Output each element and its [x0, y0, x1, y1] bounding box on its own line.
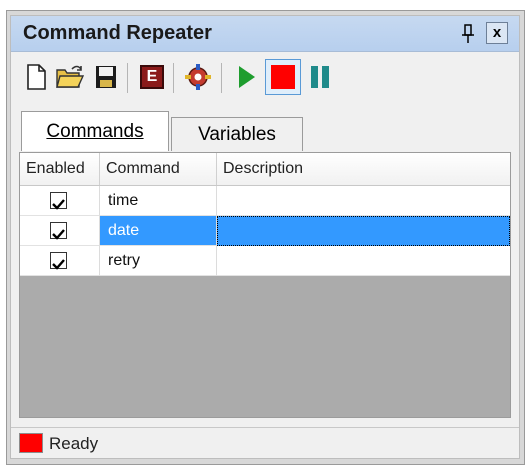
window-title: Command Repeater: [23, 22, 212, 44]
status-indicator: [19, 433, 43, 453]
title-bar[interactable]: Command Repeater x: [11, 16, 519, 52]
tab-variables[interactable]: Variables: [171, 117, 303, 151]
column-header-description[interactable]: Description: [217, 153, 510, 185]
command-cell[interactable]: retry: [100, 246, 217, 276]
new-icon: [27, 64, 46, 90]
table-row[interactable]: time: [20, 186, 510, 216]
grid-empty-area: [20, 276, 510, 417]
pin-icon[interactable]: [461, 24, 475, 44]
command-repeater-panel: Command Repeater x E Commands Variables …: [10, 15, 520, 459]
play-icon: [239, 66, 255, 88]
column-header-enabled[interactable]: Enabled: [20, 153, 100, 185]
table-row[interactable]: date: [20, 216, 510, 246]
edit-e-icon: E: [140, 65, 164, 89]
column-header-command[interactable]: Command: [100, 153, 217, 185]
enabled-cell: [20, 216, 100, 246]
open-button[interactable]: [53, 59, 87, 95]
toolbar-separator: [221, 63, 222, 93]
open-folder-icon: [56, 65, 85, 88]
toolbar-separator: [127, 63, 128, 93]
new-button[interactable]: [19, 59, 53, 95]
settings-button[interactable]: [181, 59, 215, 95]
play-button[interactable]: [229, 59, 263, 95]
commands-grid: Enabled Command Description time date re…: [19, 152, 511, 418]
toolbar: E: [19, 59, 515, 99]
enabled-cell: [20, 246, 100, 276]
command-cell[interactable]: date: [100, 216, 217, 246]
stop-icon: [271, 65, 295, 89]
description-cell[interactable]: [217, 186, 510, 216]
close-button[interactable]: x: [486, 22, 508, 44]
status-text: Ready: [49, 434, 99, 453]
enabled-checkbox[interactable]: [50, 252, 67, 270]
description-cell[interactable]: [217, 216, 510, 246]
save-button[interactable]: [89, 59, 123, 95]
save-icon: [96, 66, 116, 88]
description-cell[interactable]: [217, 246, 510, 276]
tab-commands[interactable]: Commands: [21, 111, 169, 151]
tab-variables-label: Variables: [198, 123, 276, 145]
stop-button[interactable]: [265, 59, 301, 95]
enabled-cell: [20, 186, 100, 216]
edit-button[interactable]: E: [135, 59, 169, 95]
toolbar-separator: [173, 63, 174, 93]
table-row[interactable]: retry: [20, 246, 510, 276]
tab-strip: Commands Variables: [21, 111, 511, 151]
grid-header: Enabled Command Description: [20, 153, 510, 186]
enabled-checkbox[interactable]: [50, 222, 67, 240]
settings-gear-icon: [185, 64, 211, 90]
status-bar: Ready: [11, 427, 519, 459]
pause-button[interactable]: [303, 59, 337, 95]
command-cell[interactable]: time: [100, 186, 217, 216]
enabled-checkbox[interactable]: [50, 192, 67, 210]
tab-commands-label: Commands: [46, 120, 144, 142]
pause-icon: [311, 66, 329, 88]
